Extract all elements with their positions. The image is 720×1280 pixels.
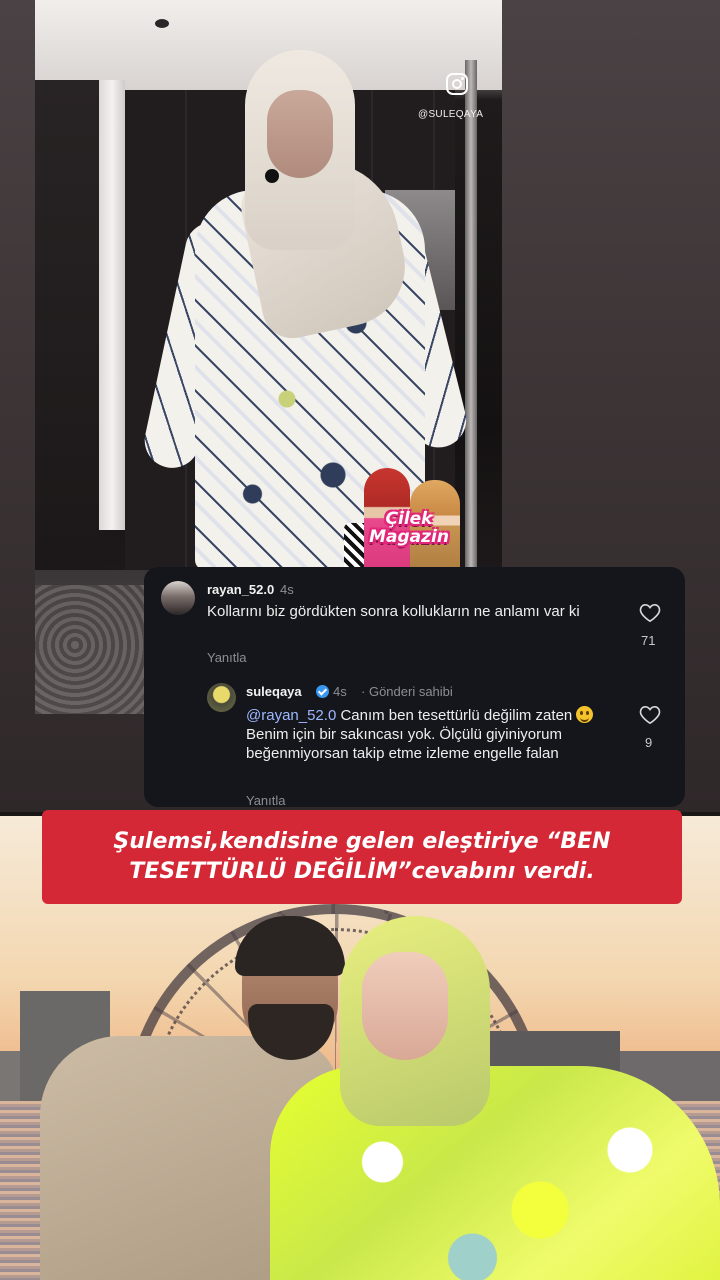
face bbox=[267, 90, 333, 178]
woman bbox=[270, 916, 720, 1280]
woman-face bbox=[362, 952, 448, 1060]
logo-text: Çilek Magazin bbox=[356, 510, 462, 546]
avatar[interactable] bbox=[161, 581, 195, 615]
logo-text-line1: Çilek bbox=[385, 509, 433, 529]
like-count: 9 bbox=[645, 735, 653, 750]
avatar[interactable] bbox=[207, 683, 236, 712]
left-wall bbox=[35, 80, 105, 640]
heart-icon[interactable] bbox=[639, 705, 661, 725]
comment-username[interactable]: suleqaya bbox=[246, 684, 302, 699]
headline-banner: Şulemsi,kendisine gelen eleştiriye “BEN … bbox=[42, 810, 682, 904]
comment-text-part1: Canım ben tesettürlü değilim zaten bbox=[336, 707, 577, 724]
owner-label-text: Gönderi sahibi bbox=[368, 684, 453, 699]
pillar bbox=[99, 80, 125, 530]
verified-badge-icon bbox=[316, 685, 329, 698]
headline-text: Şulemsi,kendisine gelen eleştiriye “BEN … bbox=[113, 829, 611, 884]
comment-time: 4s bbox=[333, 684, 347, 699]
comment-time: 4s bbox=[280, 582, 294, 597]
comment-text: Kollarını biz gördükten sonra kollukları… bbox=[207, 603, 580, 620]
heart-icon[interactable] bbox=[639, 603, 661, 623]
post-owner-label: · Gönderi sahibi bbox=[361, 684, 453, 699]
rug bbox=[35, 585, 155, 714]
smile-emoji-icon bbox=[576, 706, 594, 723]
yellow-dress bbox=[270, 1066, 720, 1280]
comment-username[interactable]: rayan_52.0 bbox=[207, 582, 274, 597]
watermark-handle: @SULEQAYA bbox=[418, 109, 484, 120]
reply-button[interactable]: Yanıtla bbox=[207, 650, 247, 665]
logo-text-line2: Magazin bbox=[369, 527, 449, 547]
comment-text: @rayan_52.0 Canım ben tesettürlü değilim… bbox=[246, 706, 626, 763]
comment-panel: rayan_52.0 4s Kollarını biz gördükten so… bbox=[144, 567, 685, 807]
comment-text-part2: Benim için bir sakıncası yok. Ölçülü giy… bbox=[246, 726, 562, 762]
mention-link[interactable]: @rayan_52.0 bbox=[246, 707, 336, 724]
like-count: 71 bbox=[641, 633, 656, 648]
reply-button[interactable]: Yanıtla bbox=[246, 793, 286, 807]
cilek-magazin-logo: Çilek Magazin bbox=[344, 468, 468, 583]
lapel-mic bbox=[265, 169, 279, 183]
instagram-icon bbox=[446, 73, 468, 95]
ceiling-light bbox=[155, 19, 169, 28]
